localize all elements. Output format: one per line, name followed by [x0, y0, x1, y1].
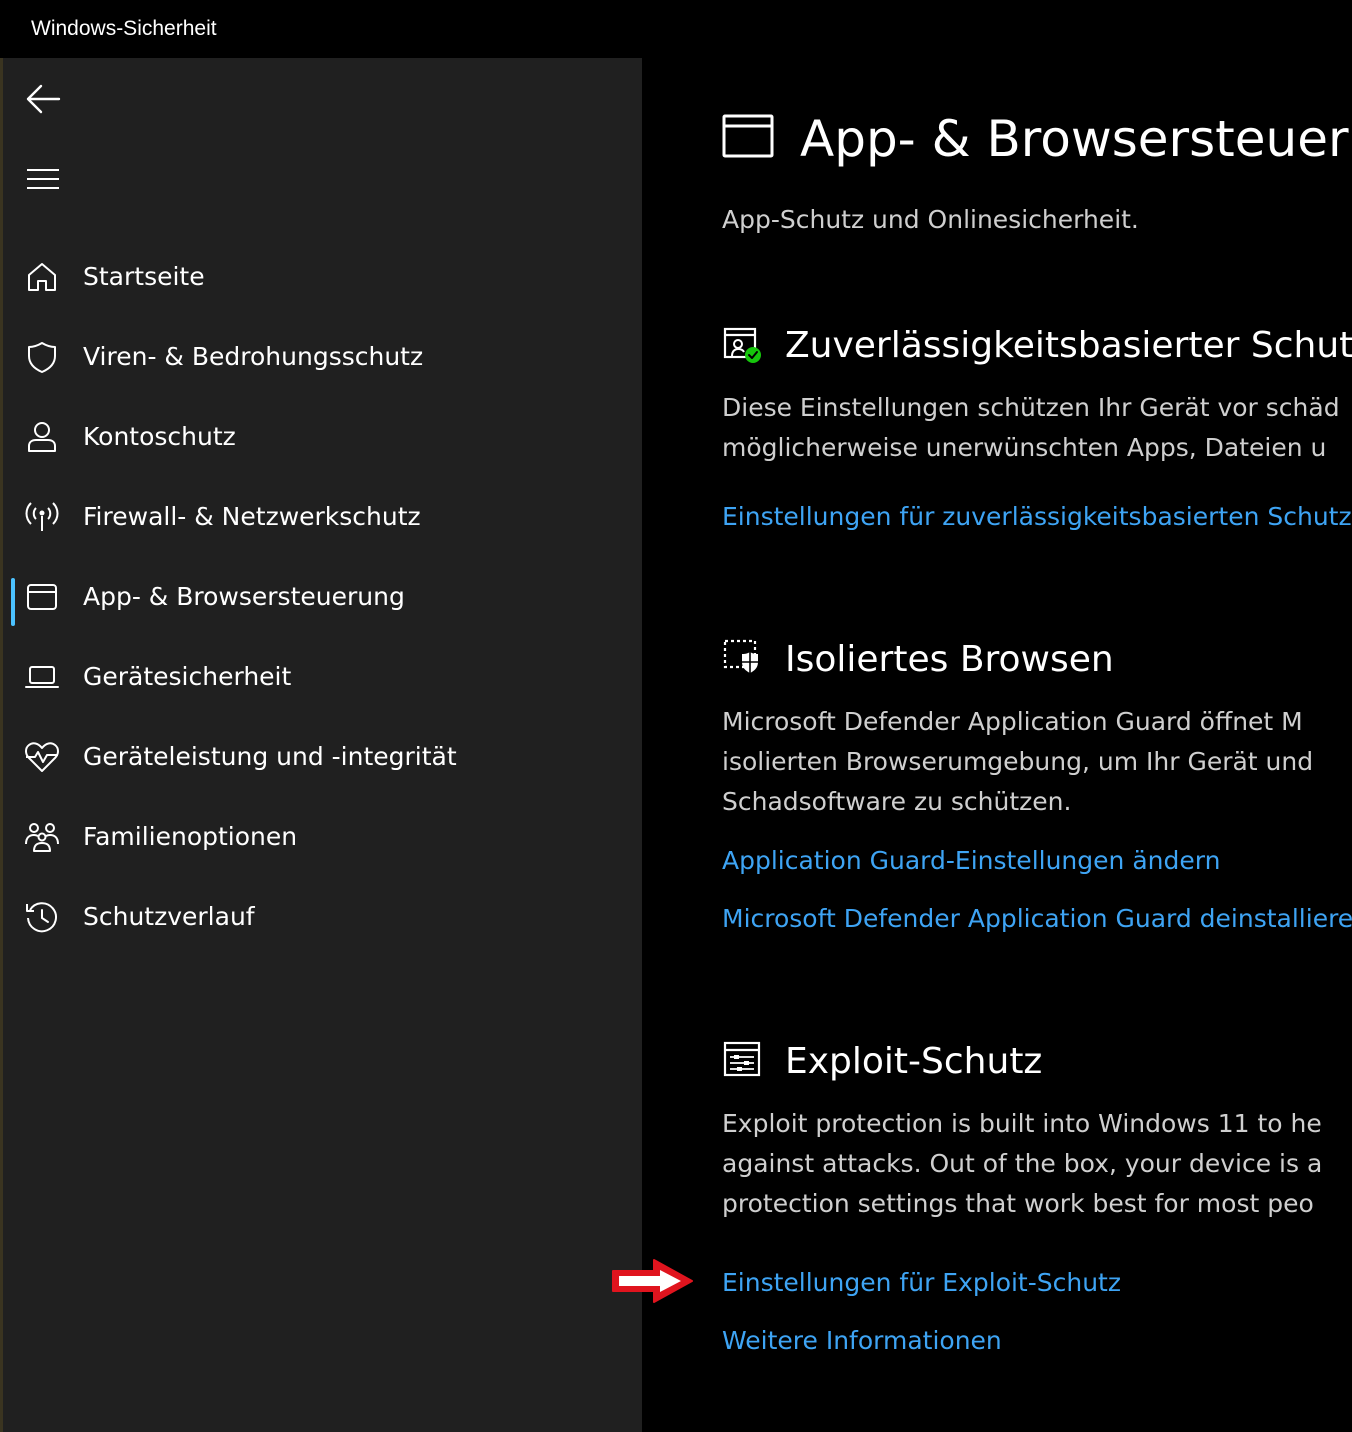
shield-icon — [24, 340, 60, 374]
application-guard-settings-link[interactable]: Application Guard-Einstellungen ändern — [722, 845, 1220, 877]
sidebar-item-label: Kontoschutz — [83, 422, 236, 451]
exploit-settings-link[interactable]: Einstellungen für Exploit-Schutz — [722, 1267, 1121, 1299]
arrow-left-icon — [26, 84, 61, 114]
menu-button[interactable] — [20, 156, 66, 202]
section-title-isolated: Isoliertes Browsen — [785, 639, 1114, 680]
antenna-icon — [24, 500, 60, 534]
sidebar-item-label: Geräteleistung und -integrität — [83, 742, 457, 771]
sidebar-item-kontoschutz[interactable]: Kontoschutz — [8, 404, 634, 468]
hamburger-icon — [27, 169, 59, 189]
section-desc-line: isolierten Browserumgebung, um Ihr Gerät… — [722, 747, 1314, 776]
sidebar-item-viren[interactable]: Viren- & Bedrohungsschutz — [8, 324, 634, 388]
sidebar-item-label: Schutzverlauf — [83, 902, 255, 931]
family-icon — [24, 820, 60, 854]
selected-indicator — [11, 578, 15, 626]
sidebar-item-label: App- & Browsersteuerung — [83, 582, 405, 611]
sidebar-item-schutzverlauf[interactable]: Schutzverlauf — [8, 884, 634, 948]
section-desc-line: Microsoft Defender Application Guard öff… — [722, 707, 1303, 736]
home-icon — [24, 260, 60, 294]
sidebar-item-firewall[interactable]: Firewall- & Netzwerkschutz — [8, 484, 634, 548]
sidebar-item-familienoptionen[interactable]: Familienoptionen — [8, 804, 634, 868]
isolated-browsing-icon — [723, 639, 758, 673]
section-desc-line: protection settings that work best for m… — [722, 1189, 1314, 1218]
exploit-protection-icon — [723, 1041, 761, 1077]
app-window-icon — [24, 580, 60, 614]
app-window-icon — [722, 114, 774, 158]
sidebar-edge — [0, 58, 3, 1432]
section-desc-line: Diese Einstellungen schützen Ihr Gerät v… — [722, 393, 1340, 422]
sidebar: Startseite Viren- & Bedrohungsschutz Kon… — [0, 58, 642, 1432]
section-desc-line: Schadsoftware zu schützen. — [722, 787, 1072, 816]
annotation-arrow-icon — [612, 1259, 693, 1303]
sidebar-item-geraeteleistung[interactable]: Geräteleistung und -integrität — [8, 724, 634, 788]
page-title: App- & Browsersteuerung — [800, 110, 1352, 168]
sidebar-item-label: Firewall- & Netzwerkschutz — [83, 502, 421, 531]
sidebar-item-app-browser[interactable]: App- & Browsersteuerung — [8, 564, 634, 628]
sidebar-item-geraetesicherheit[interactable]: Gerätesicherheit — [8, 644, 634, 708]
section-title-reputation: Zuverlässigkeitsbasierter Schutz — [785, 325, 1352, 366]
application-guard-uninstall-link[interactable]: Microsoft Defender Application Guard dei… — [722, 903, 1352, 935]
sidebar-item-label: Gerätesicherheit — [83, 662, 292, 691]
window-title: Windows-Sicherheit — [31, 17, 217, 40]
reputation-settings-link[interactable]: Einstellungen für zuverlässigkeitsbasier… — [722, 501, 1352, 533]
title-bar: Windows-Sicherheit — [0, 0, 1352, 58]
sidebar-item-label: Familienoptionen — [83, 822, 298, 851]
section-desc-line: möglicherweise unerwünschten Apps, Datei… — [722, 433, 1327, 462]
sidebar-item-label: Viren- & Bedrohungsschutz — [83, 342, 424, 371]
history-icon — [24, 900, 60, 934]
sidebar-item-label: Startseite — [83, 262, 205, 291]
more-info-link[interactable]: Weitere Informationen — [722, 1325, 1002, 1357]
heart-pulse-icon — [24, 740, 60, 774]
laptop-icon — [24, 660, 60, 694]
reputation-protection-icon — [723, 327, 761, 363]
main-content: App- & Browsersteuerung App-Schutz und O… — [642, 58, 1352, 1432]
section-desc-line: Exploit protection is built into Windows… — [722, 1109, 1322, 1138]
section-title-exploit: Exploit-Schutz — [785, 1041, 1043, 1082]
back-button[interactable] — [20, 76, 66, 122]
section-desc-line: against attacks. Out of the box, your de… — [722, 1149, 1323, 1178]
person-icon — [24, 420, 60, 454]
page-subtitle: App-Schutz und Onlinesicherheit. — [722, 205, 1139, 234]
sidebar-item-startseite[interactable]: Startseite — [8, 244, 634, 308]
